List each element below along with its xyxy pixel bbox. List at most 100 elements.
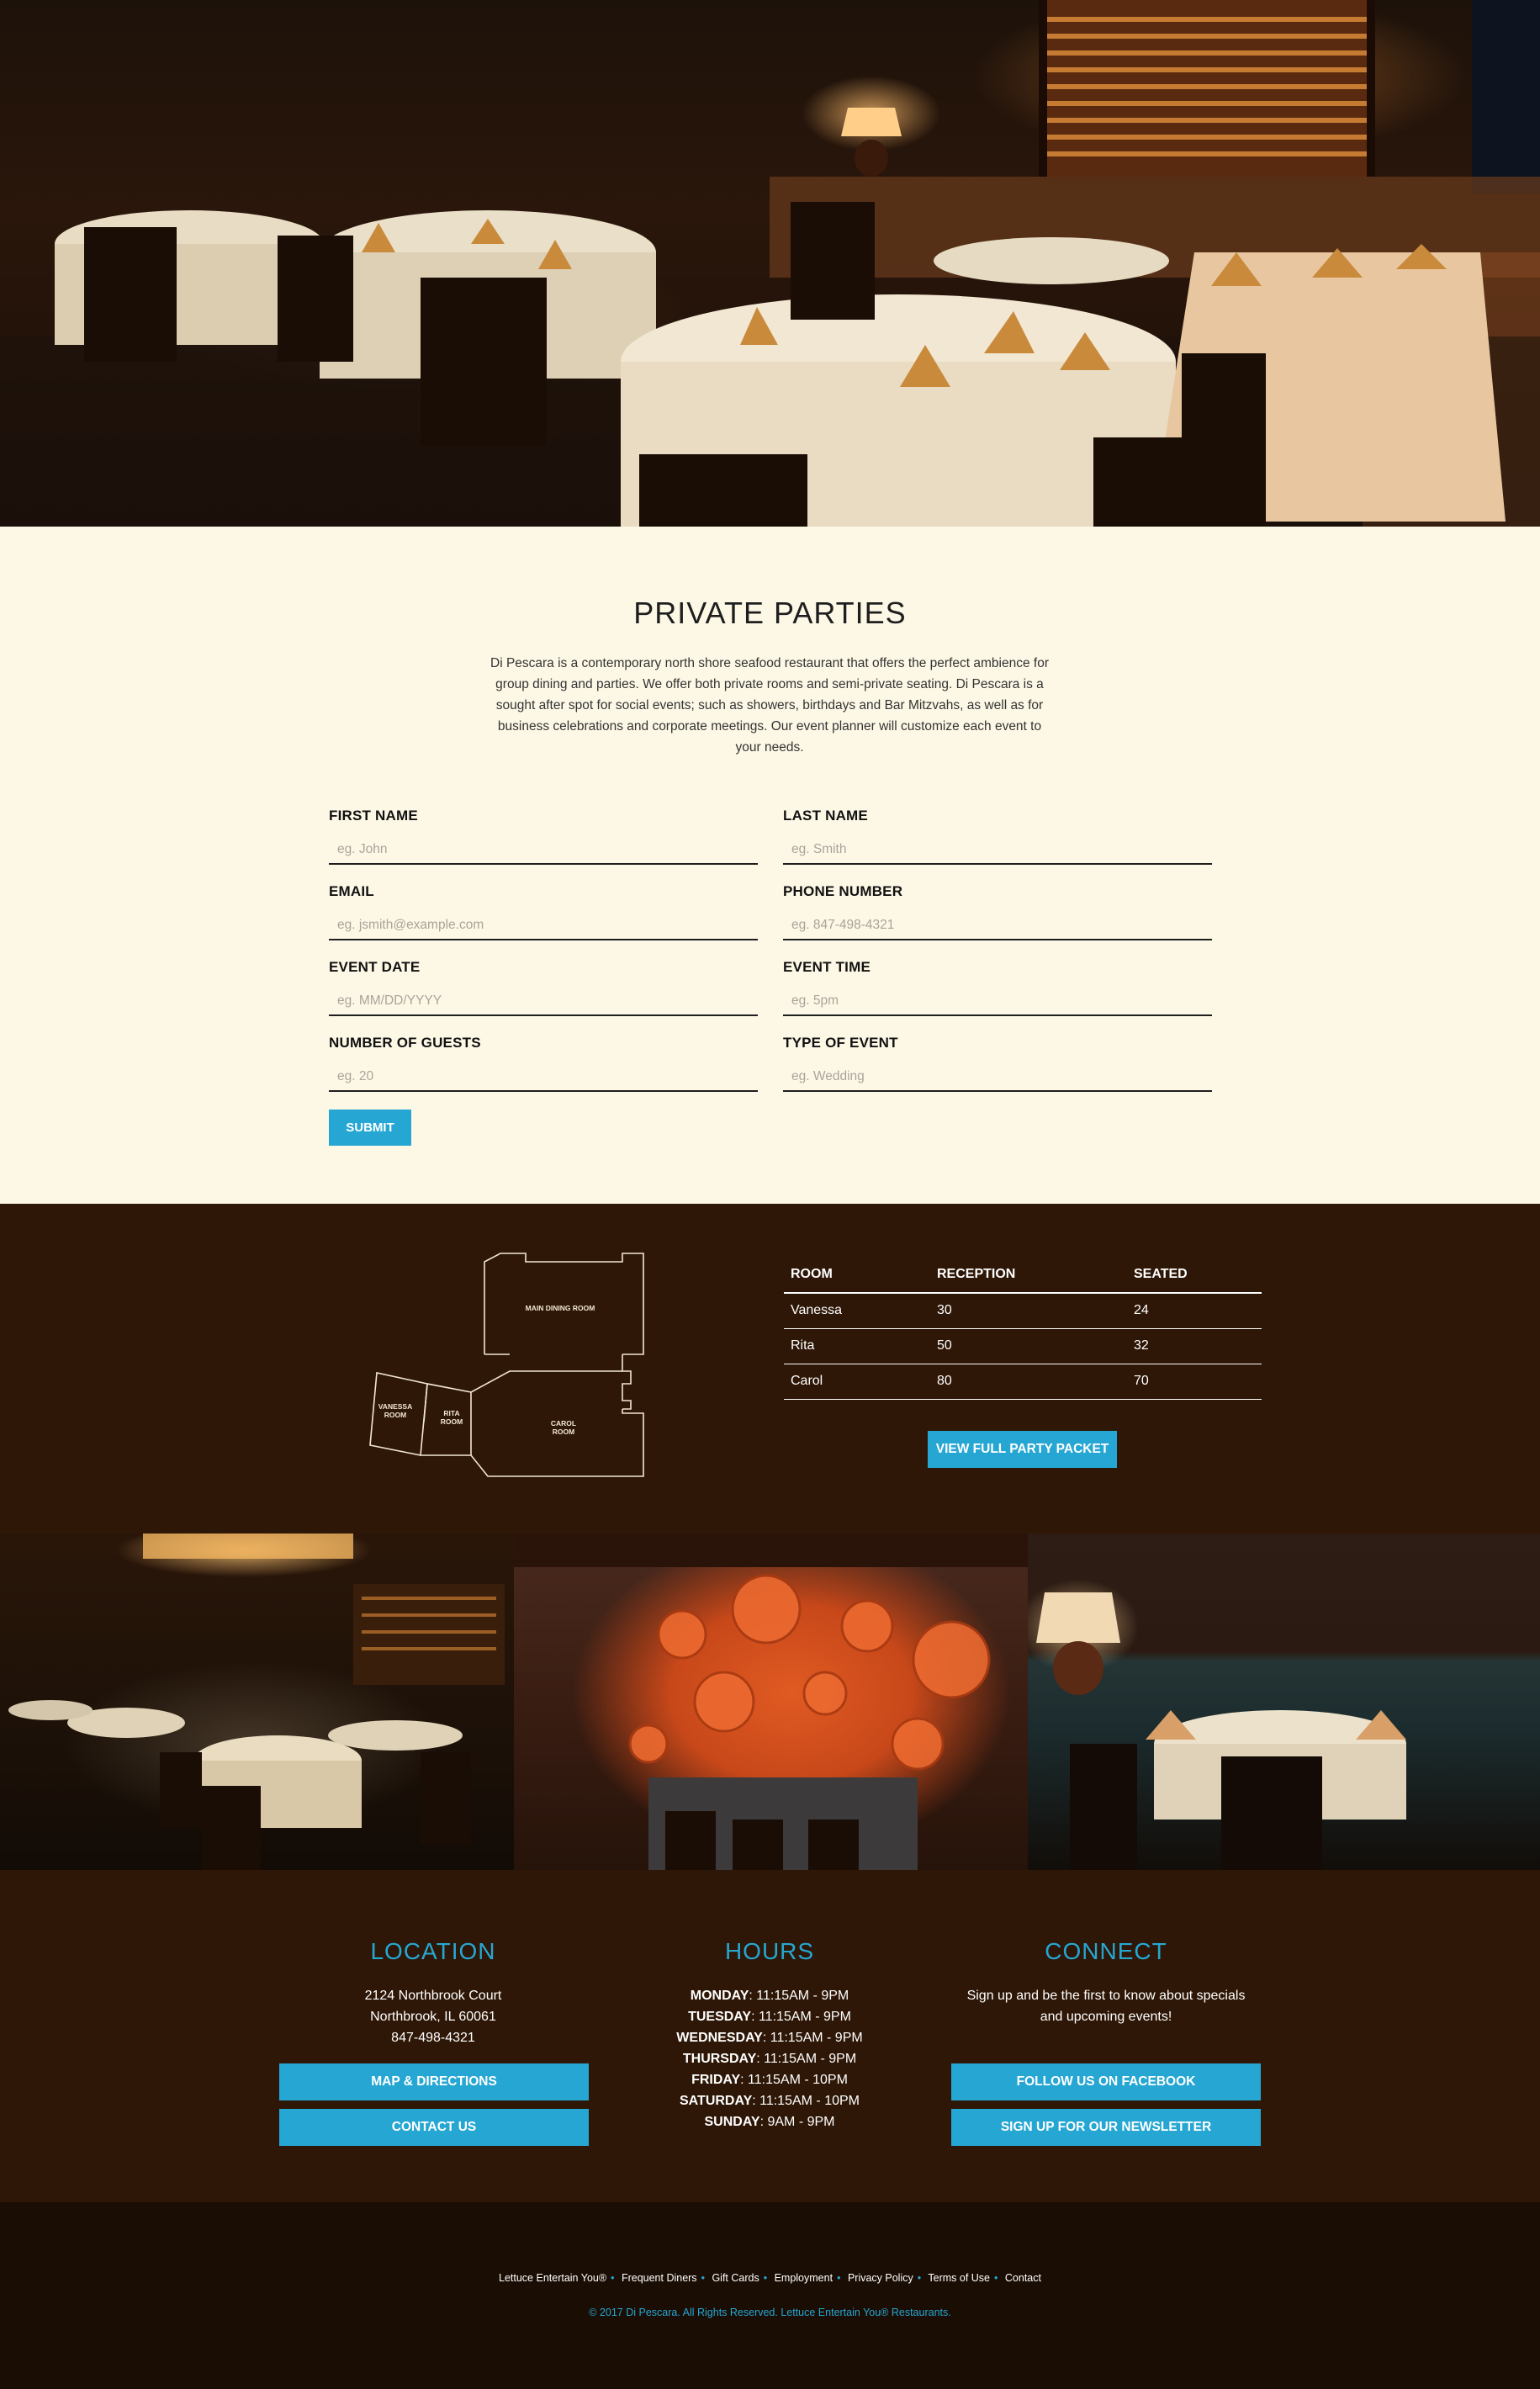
footer: [0, 2202, 1540, 2389]
event-time-input[interactable]: [783, 988, 1212, 1016]
hours-line: SUNDAY: 9AM - 9PM: [614, 2111, 925, 2132]
phone-label: PHONE NUMBER: [783, 883, 903, 899]
dining-room-photo: [0, 0, 1540, 527]
room-seated: 24: [1127, 1293, 1262, 1329]
table-row: Carol 80 70: [784, 1364, 1262, 1400]
hours-line: THURSDAY: 11:15AM - 9PM: [614, 2048, 925, 2069]
floor-plan: MAIN DINING ROOM VANESSA ROOM RITA ROOM …: [369, 1253, 644, 1477]
connect-text: Sign up and be the first to know about s…: [966, 1989, 1246, 2024]
footer-separator: •: [837, 2272, 841, 2284]
carol-room-label-1: CAROL: [551, 1419, 576, 1428]
view-party-packet-button[interactable]: VIEW FULL PARTY PACKET: [928, 1431, 1117, 1468]
address-line-2: Northbrook, IL 60061: [370, 2010, 496, 2024]
hours-day: SUNDAY: [704, 2115, 760, 2129]
location-title: LOCATION: [370, 1938, 496, 1964]
event-date-input[interactable]: [329, 988, 758, 1016]
hours-time: : 11:15AM - 9PM: [749, 1989, 849, 2003]
room-reception: 80: [930, 1364, 1127, 1400]
hours-line: WEDNESDAY: 11:15AM - 9PM: [614, 2027, 925, 2048]
footer-separator: •: [611, 2272, 615, 2284]
rita-room-label-1: RITA: [443, 1409, 459, 1417]
email-label: EMAIL: [329, 883, 374, 899]
intro-paragraph: Di Pescara is a contemporary north shore…: [490, 656, 1049, 755]
room-seated: 70: [1127, 1364, 1262, 1400]
hours-day: TUESDAY: [688, 2010, 752, 2024]
location-phone: 847-498-4321: [391, 2031, 475, 2045]
hours-day: MONDAY: [690, 1989, 749, 2003]
col-reception-header: RECEPTION: [930, 1257, 1127, 1294]
guests-label: NUMBER OF GUESTS: [329, 1035, 481, 1051]
location-address: 2124 Northbrook Court Northbrook, IL 600…: [278, 1985, 589, 2048]
rooms-section: [0, 1204, 1540, 1534]
first-name-input[interactable]: [329, 836, 758, 865]
follow-facebook-button[interactable]: FOLLOW US ON FACEBOOK: [951, 2063, 1261, 2100]
copyright: © 2017 Di Pescara. All Rights Reserved. …: [589, 2307, 951, 2318]
footer-link-terms[interactable]: Terms of Use: [928, 2272, 990, 2284]
email-input[interactable]: [329, 912, 758, 940]
footer-separator: •: [763, 2272, 768, 2284]
footer-separator: •: [994, 2272, 998, 2284]
room-name: Vanessa: [784, 1293, 930, 1329]
event-time-label: EVENT TIME: [783, 959, 871, 975]
footer-link-lettuce[interactable]: Lettuce Entertain You®: [499, 2272, 606, 2284]
hours-time: : 9AM - 9PM: [759, 2115, 835, 2129]
hours-time: : 11:15AM - 10PM: [752, 2094, 860, 2108]
main-dining-photo: [0, 1534, 514, 1870]
col-seated-header: SEATED: [1127, 1257, 1262, 1294]
vanessa-room-label-1: VANESSA: [378, 1402, 412, 1411]
last-name-label: LAST NAME: [783, 808, 868, 824]
hours-time: : 11:15AM - 9PM: [756, 2052, 857, 2066]
room-name: Rita: [784, 1328, 930, 1364]
rita-room-label-2: ROOM: [441, 1417, 463, 1426]
footer-link-gift-cards[interactable]: Gift Cards: [712, 2272, 759, 2284]
footer-separator: •: [917, 2272, 922, 2284]
room-name: Carol: [784, 1364, 930, 1400]
hours-time: : 11:15AM - 9PM: [762, 2031, 863, 2045]
footer-links: Lettuce Entertain You® • Frequent Diners •…: [0, 2272, 1540, 2284]
hours-line: MONDAY: 11:15AM - 9PM: [614, 1985, 925, 2006]
footer-link-privacy[interactable]: Privacy Policy: [848, 2272, 913, 2284]
hours-line: FRIDAY: 11:15AM - 10PM: [614, 2069, 925, 2090]
phone-input[interactable]: [783, 912, 1212, 940]
contact-us-button[interactable]: CONTACT US: [279, 2109, 589, 2146]
footer-link-contact[interactable]: Contact: [1005, 2272, 1041, 2284]
table-row: Vanessa 30 24: [784, 1293, 1262, 1329]
hours-list: MONDAY: 11:15AM - 9PM TUESDAY: 11:15AM -…: [614, 1985, 925, 2132]
first-name-label: FIRST NAME: [329, 808, 418, 824]
room-capacity-table: ROOM RECEPTION SEATED Vanessa 30 24 Rita…: [784, 1257, 1262, 1400]
footer-separator: •: [701, 2272, 705, 2284]
hours-day: WEDNESDAY: [676, 2031, 763, 2045]
hours-line: TUESDAY: 11:15AM - 9PM: [614, 2006, 925, 2027]
table-row: Rita 50 32: [784, 1328, 1262, 1364]
room-seated: 32: [1127, 1328, 1262, 1364]
vanessa-room-photo: [514, 1534, 1028, 1870]
hours-time: : 11:15AM - 9PM: [751, 2010, 851, 2024]
connect-title: CONNECT: [1045, 1938, 1167, 1964]
event-date-label: EVENT DATE: [329, 959, 421, 975]
carol-room-label-2: ROOM: [553, 1428, 574, 1436]
guests-input[interactable]: [329, 1063, 758, 1092]
hero-image: [0, 0, 1540, 527]
hours-time: : 11:15AM - 10PM: [740, 2073, 848, 2087]
newsletter-signup-button[interactable]: SIGN UP FOR OUR NEWSLETTER: [951, 2109, 1261, 2146]
hours-title: HOURS: [724, 1938, 815, 1964]
footer-link-employment[interactable]: Employment: [775, 2272, 833, 2284]
address-line-1: 2124 Northbrook Court: [364, 1989, 502, 2003]
hours-line: SATURDAY: 11:15AM - 10PM: [614, 2090, 925, 2111]
page-title: PRIVATE PARTIES: [633, 596, 907, 630]
event-type-input[interactable]: [783, 1063, 1212, 1092]
col-room-header: ROOM: [784, 1257, 930, 1294]
footer-link-frequent-diners[interactable]: Frequent Diners: [622, 2272, 697, 2284]
rita-room-photo: [1028, 1534, 1540, 1870]
hours-day: THURSDAY: [682, 2052, 757, 2066]
main-dining-room-label: MAIN DINING ROOM: [526, 1304, 595, 1312]
event-type-label: TYPE OF EVENT: [783, 1035, 898, 1051]
map-directions-button[interactable]: MAP & DIRECTIONS: [279, 2063, 589, 2100]
table-header-row: ROOM RECEPTION SEATED: [784, 1257, 1262, 1294]
submit-button[interactable]: SUBMIT: [329, 1110, 411, 1146]
hours-day: FRIDAY: [691, 2073, 741, 2087]
room-reception: 30: [930, 1293, 1127, 1329]
hours-day: SATURDAY: [680, 2094, 753, 2108]
room-reception: 50: [930, 1328, 1127, 1364]
last-name-input[interactable]: [783, 836, 1212, 865]
